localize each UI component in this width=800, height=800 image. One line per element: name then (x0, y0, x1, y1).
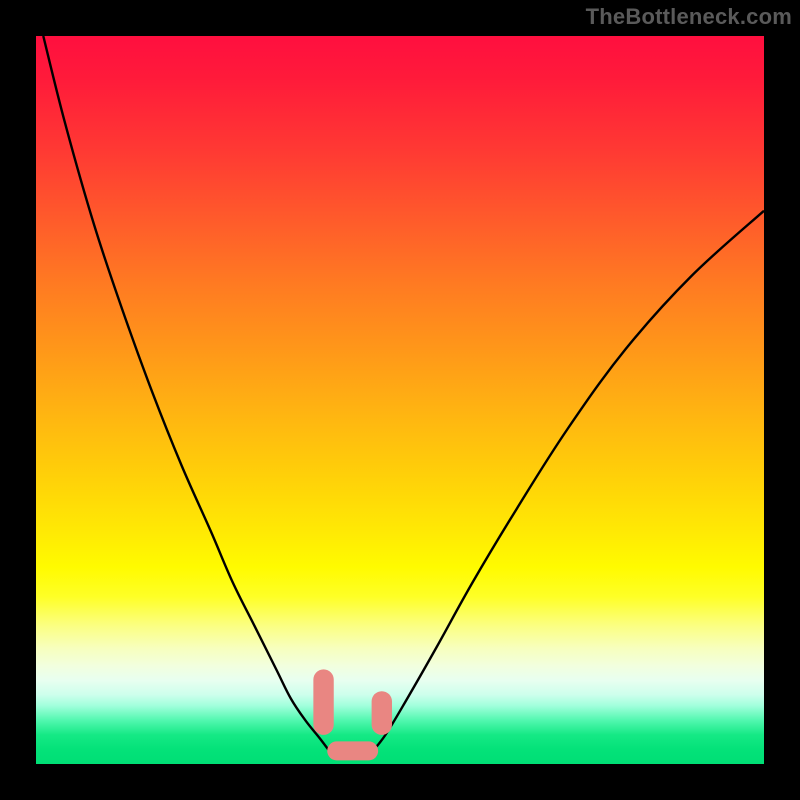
watermark: TheBottleneck.com (586, 4, 792, 30)
left-marker-lozenge (313, 669, 333, 735)
chart-svg (36, 36, 764, 764)
right-marker-lozenge (372, 691, 392, 735)
right-curve-line (371, 211, 764, 753)
plot-area (36, 36, 764, 764)
chart-frame: TheBottleneck.com (0, 0, 800, 800)
left-curve-line (43, 36, 331, 753)
trough-marker-band (327, 741, 378, 760)
